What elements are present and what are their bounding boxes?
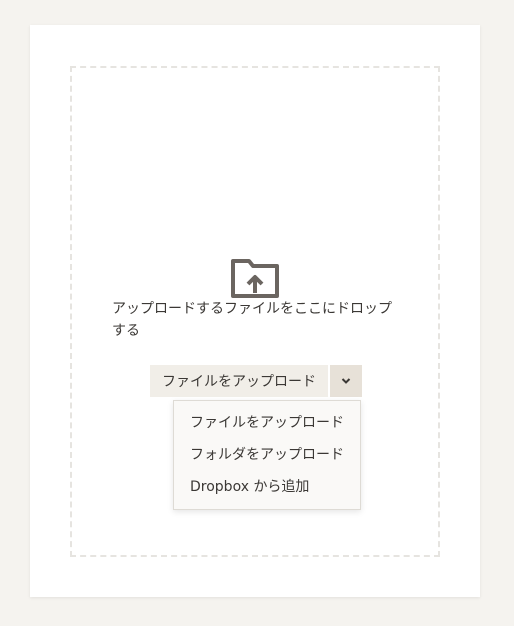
menu-item-upload-folder[interactable]: フォルダをアップロード xyxy=(174,439,360,471)
menu-item-add-from-dropbox[interactable]: Dropbox から追加 xyxy=(174,471,360,503)
chevron-down-icon xyxy=(341,378,351,384)
drop-instruction-text: アップロードするファイルをここにドロップする xyxy=(112,301,392,339)
upload-options-menu: ファイルをアップロード フォルダをアップロード Dropbox から追加 xyxy=(173,400,361,510)
upload-button-group: ファイルをアップロード xyxy=(150,365,362,397)
upload-card: アップロードするファイルをここにドロップする ファイルをアップロード ファイルを… xyxy=(30,25,480,597)
folder-upload-icon xyxy=(231,259,279,298)
upload-options-toggle[interactable] xyxy=(330,365,362,397)
menu-item-upload-file[interactable]: ファイルをアップロード xyxy=(174,407,360,439)
upload-file-button[interactable]: ファイルをアップロード xyxy=(150,365,328,397)
